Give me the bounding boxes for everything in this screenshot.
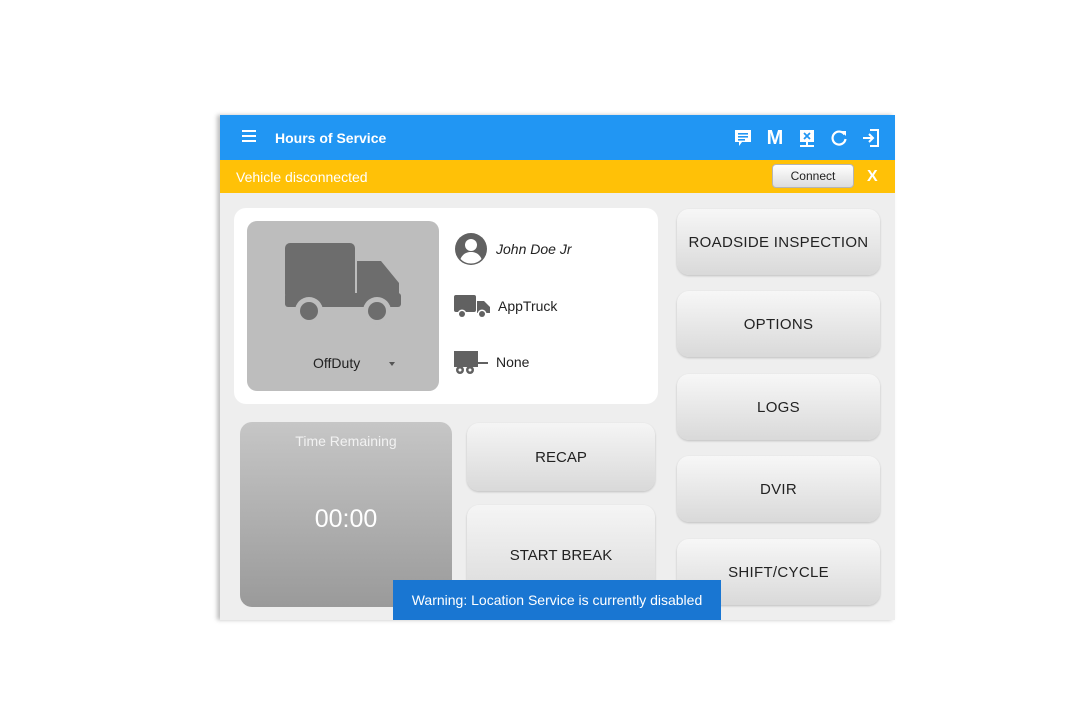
m-icon[interactable]: M: [759, 125, 791, 151]
driver-avatar-icon: [455, 233, 487, 265]
vehicle-name: AppTruck: [498, 298, 558, 314]
vehicle-row: AppTruck: [454, 292, 557, 320]
trailer-row: None: [454, 349, 529, 375]
dvir-button[interactable]: DVIR: [677, 456, 880, 522]
vehicle-status-banner: Vehicle disconnected Connect X: [220, 160, 895, 193]
driver-row: John Doe Jr: [454, 232, 571, 266]
connect-button[interactable]: Connect: [772, 164, 854, 188]
refresh-icon[interactable]: [823, 125, 855, 151]
app-bar-actions: M: [727, 125, 887, 151]
trailer-name: None: [496, 354, 530, 370]
duty-status-selector[interactable]: OffDuty: [247, 221, 439, 391]
driver-name: John Doe Jr: [496, 241, 572, 257]
options-button[interactable]: OPTIONS: [677, 291, 880, 357]
trailer-icon: [454, 351, 488, 374]
chevron-down-icon: [389, 362, 395, 366]
time-remaining-value: 00:00: [314, 505, 378, 533]
banner-close-button[interactable]: X: [867, 168, 878, 186]
time-remaining-label: Time Remaining: [295, 433, 397, 449]
logout-icon[interactable]: [855, 125, 887, 151]
app-window: Hours of Service M Vehicle disconnected …: [220, 115, 895, 620]
roadside-inspection-button[interactable]: ROADSIDE INSPECTION: [677, 209, 880, 275]
truck-icon: [285, 243, 401, 325]
m-icon-label: M: [766, 126, 784, 149]
hamburger-menu-icon[interactable]: [242, 130, 256, 143]
sync-status-icon[interactable]: [791, 125, 823, 151]
logs-button[interactable]: LOGS: [677, 374, 880, 440]
app-bar: Hours of Service M: [220, 115, 895, 160]
message-icon[interactable]: [727, 125, 759, 151]
banner-message: Vehicle disconnected: [236, 169, 368, 185]
location-warning-toast: Warning: Location Service is currently d…: [393, 580, 721, 620]
vehicle-icon: [454, 295, 490, 319]
app-title: Hours of Service: [275, 130, 387, 146]
driver-card: OffDuty John Doe Jr AppTruck None: [234, 208, 658, 404]
duty-status-label: OffDuty: [313, 355, 361, 371]
recap-button[interactable]: RECAP: [467, 423, 655, 491]
